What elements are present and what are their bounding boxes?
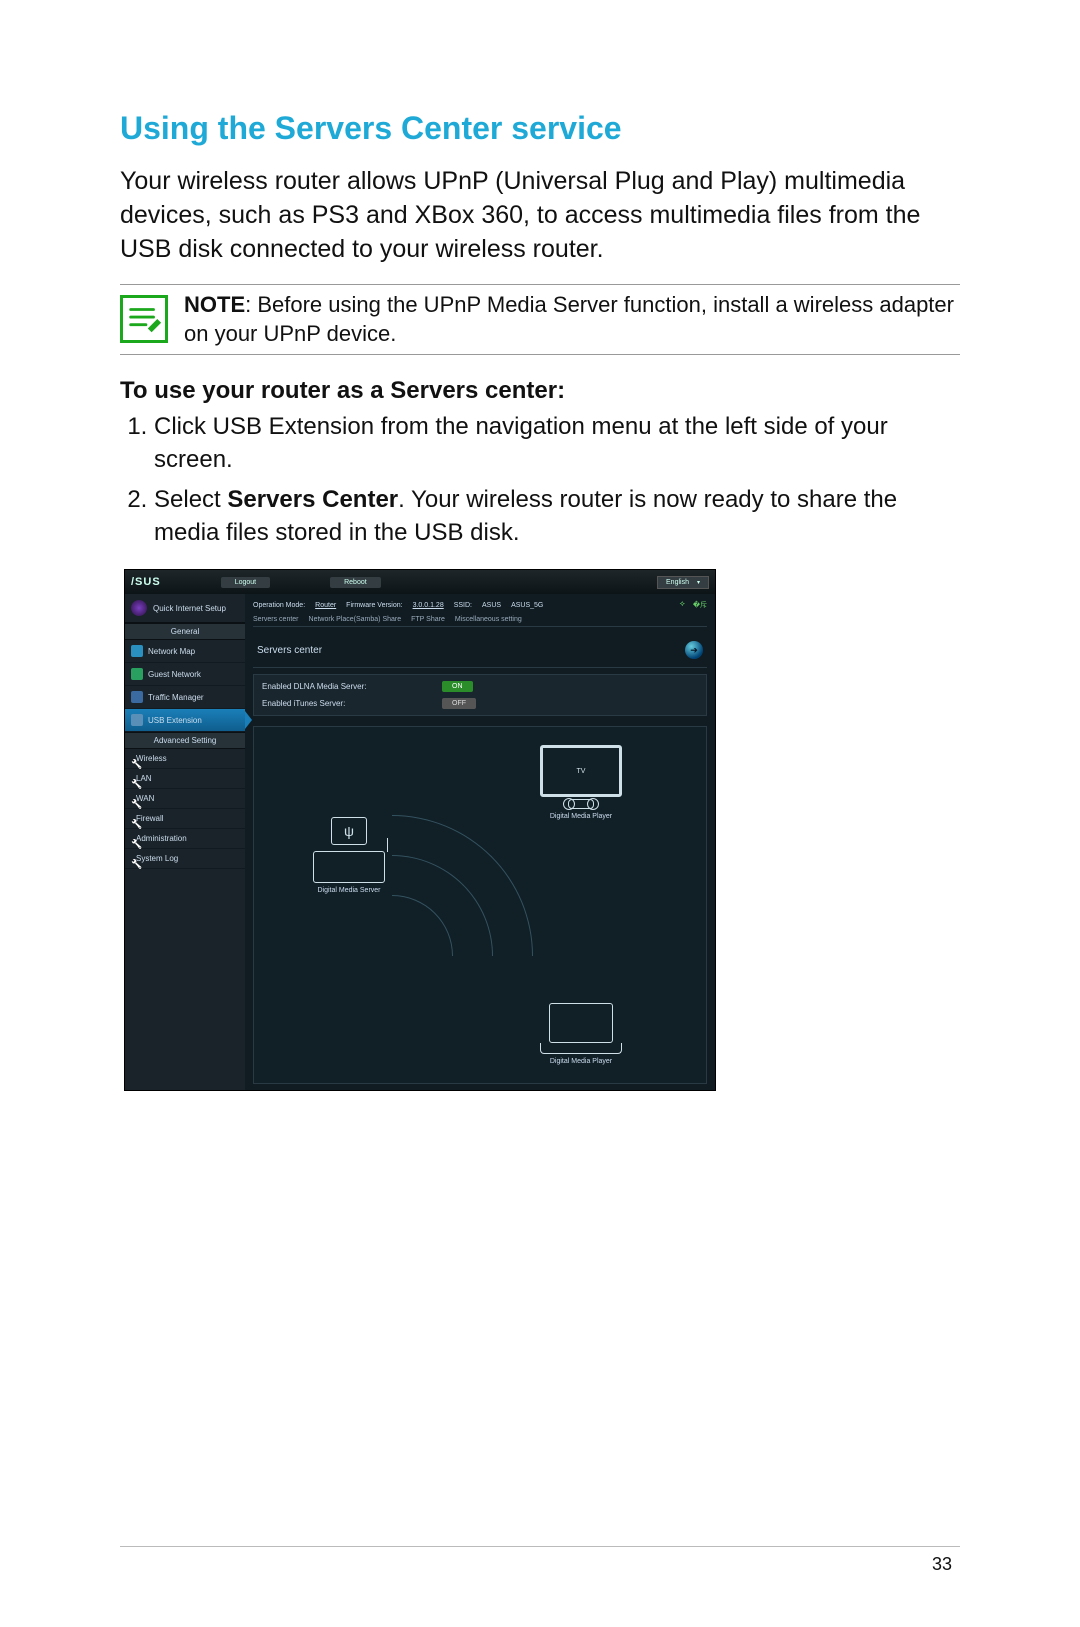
note-icon — [120, 295, 168, 343]
step-1: Click USB Extension from the navigation … — [154, 411, 960, 476]
sidebar-quick-setup[interactable]: Quick Internet Setup — [125, 594, 245, 623]
tab-ftp-share[interactable]: FTP Share — [411, 616, 445, 623]
router-screenshot: /SUS Logout Reboot English Quick Interne… — [124, 569, 716, 1091]
diagram-media-server: Digital Media Server — [294, 817, 404, 894]
brand-logo: /SUS — [131, 576, 161, 588]
sidebar-item-usb-extension[interactable]: USB Extension — [125, 709, 245, 732]
dlna-toggle[interactable]: ON — [442, 681, 473, 692]
sidebar-item-traffic-manager[interactable]: Traffic Manager — [125, 686, 245, 709]
firmware-link[interactable]: 3.0.0.1.28 — [413, 602, 444, 609]
diagram-tv: TV Digital Media Player — [526, 745, 636, 820]
sidebar-item-wan[interactable]: WAN — [125, 789, 245, 809]
sidebar-category-general: General — [125, 623, 245, 640]
settings-panel: Enabled DLNA Media Server: ON Enabled iT… — [253, 674, 707, 716]
sidebar-item-label: USB Extension — [148, 716, 202, 725]
sidebar-item-label: Quick Internet Setup — [153, 604, 226, 613]
sidebar-item-administration[interactable]: Administration — [125, 829, 245, 849]
sidebar-item-guest-network[interactable]: Guest Network — [125, 663, 245, 686]
op-mode-link[interactable]: Router — [315, 602, 336, 609]
procedure-steps: Click USB Extension from the navigation … — [120, 411, 960, 549]
sidebar-item-label: Guest Network — [148, 670, 201, 679]
reboot-button[interactable]: Reboot — [330, 577, 381, 588]
sidebar-item-label: Traffic Manager — [148, 693, 204, 702]
usb-icon — [131, 714, 143, 726]
note-block: NOTE: Before using the UPnP Media Server… — [120, 284, 960, 355]
footer-rule — [120, 1546, 960, 1547]
media-diagram: Digital Media Server TV Digital Media Pl… — [253, 726, 707, 1084]
network-map-icon — [131, 645, 143, 657]
sidebar-item-label: Network Map — [148, 647, 195, 656]
procedure-subhead: To use your router as a Servers center: — [120, 377, 960, 405]
router-sidebar: Quick Internet Setup General Network Map… — [125, 594, 245, 1090]
guest-network-icon — [131, 668, 143, 680]
usb-status-icon: ⯎ — [680, 601, 685, 609]
tab-misc-setting[interactable]: Miscellaneous setting — [455, 616, 522, 623]
note-text: NOTE: Before using the UPnP Media Server… — [184, 291, 960, 348]
setting-label: Enabled iTunes Server: — [262, 699, 432, 708]
sidebar-item-label: Administration — [136, 834, 187, 843]
setting-itunes-row: Enabled iTunes Server: OFF — [262, 698, 698, 709]
globe-icon — [131, 600, 147, 616]
setting-label: Enabled DLNA Media Server: — [262, 682, 432, 691]
traffic-icon — [131, 691, 143, 703]
tab-samba-share[interactable]: Network Place(Samba) Share — [309, 616, 402, 623]
wireless-waves-icon — [392, 845, 542, 955]
router-topbar: /SUS Logout Reboot English — [125, 570, 715, 594]
sidebar-item-system-log[interactable]: System Log — [125, 849, 245, 869]
sidebar-item-wireless[interactable]: Wireless — [125, 749, 245, 769]
intro-paragraph: Your wireless router allows UPnP (Univer… — [120, 165, 960, 266]
page-number: 33 — [932, 1554, 952, 1575]
router-info-line: Operation Mode: Router Firmware Version:… — [253, 600, 707, 610]
section-heading: Using the Servers Center service — [120, 110, 960, 147]
router-main: Operation Mode: Router Firmware Version:… — [245, 594, 715, 1090]
sidebar-category-advanced: Advanced Setting — [125, 732, 245, 749]
language-select[interactable]: English — [657, 576, 709, 589]
logout-button[interactable]: Logout — [221, 577, 270, 588]
step-2: Select Servers Center. Your wireless rou… — [154, 484, 960, 549]
itunes-toggle[interactable]: OFF — [442, 698, 476, 709]
setting-dlna-row: Enabled DLNA Media Server: ON — [262, 681, 698, 692]
sidebar-item-network-map[interactable]: Network Map — [125, 640, 245, 663]
wifi-status-icon: �斥 — [693, 600, 707, 610]
panel-title: Servers center — [257, 645, 322, 656]
sidebar-item-firewall[interactable]: Firewall — [125, 809, 245, 829]
sidebar-item-label: System Log — [136, 854, 178, 863]
router-tabs: Servers center Network Place(Samba) Shar… — [253, 616, 707, 627]
panel-title-row: Servers center ➔ — [253, 633, 707, 668]
diagram-laptop: Digital Media Player — [526, 1003, 636, 1065]
tab-servers-center[interactable]: Servers center — [253, 616, 299, 623]
sidebar-item-lan[interactable]: LAN — [125, 769, 245, 789]
help-icon[interactable]: ➔ — [685, 641, 703, 659]
